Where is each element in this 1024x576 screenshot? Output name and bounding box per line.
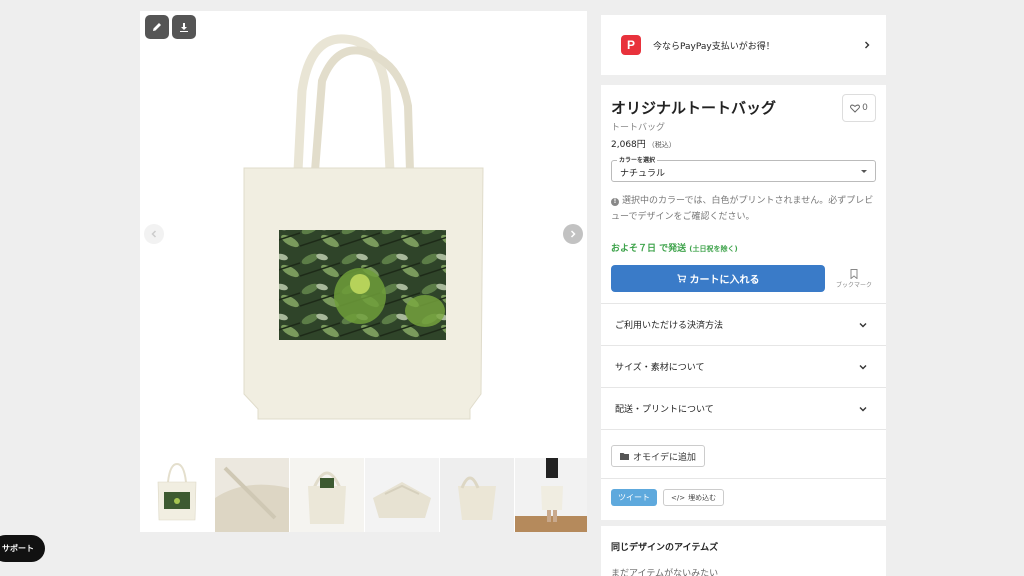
product-image xyxy=(243,34,484,420)
download-icon xyxy=(180,23,188,32)
tweet-button[interactable]: ツイート xyxy=(611,489,657,506)
favorite-count: 0 xyxy=(862,103,868,113)
product-category: トートバッグ xyxy=(611,123,666,133)
color-select-value: ナチュラル xyxy=(620,169,666,179)
same-design-items: 同じデザインのアイテムズ まだアイテムがないみたい xyxy=(601,526,886,576)
add-to-omoide-label: オモイデに追加 xyxy=(633,452,697,463)
accordion-shipping-print[interactable]: 配送・プリントについて xyxy=(601,387,886,429)
paypay-text: 今ならPayPay支払いがお得！ xyxy=(653,41,775,52)
cart-icon xyxy=(676,274,686,283)
download-button[interactable] xyxy=(172,15,196,39)
info-icon: ! xyxy=(611,198,619,206)
bookmark-button[interactable]: ブックマーク xyxy=(831,269,877,289)
chevron-down-icon xyxy=(859,364,867,369)
divider xyxy=(601,478,886,479)
shipping-note: (土日祝を除く) xyxy=(689,245,738,253)
print-notice: ! 選択中のカラーでは、白色がプリントされません。必ずプレビューでデザインをご確認… xyxy=(611,193,879,225)
price-tax-note: （税込） xyxy=(647,141,676,149)
heart-icon xyxy=(850,104,861,113)
folder-icon xyxy=(620,453,629,460)
edit-button[interactable] xyxy=(145,15,169,39)
thumbnail-image xyxy=(215,458,289,532)
thumbnail-image xyxy=(157,462,197,521)
accordion-label: 配送・プリントについて xyxy=(615,405,714,415)
bookmark-label: ブックマーク xyxy=(835,282,872,289)
chevron-down-icon xyxy=(859,406,867,411)
product-title: オリジナルトートバッグ xyxy=(611,99,777,117)
thumbnail[interactable] xyxy=(290,458,364,532)
color-select-legend: カラーを選択 xyxy=(617,155,658,164)
paypay-logo: P xyxy=(621,35,641,55)
thumbnail-image xyxy=(365,458,439,532)
product-info-panel: オリジナルトートバッグ 0 トートバッグ 2,068円 （税込） カラーを選択 ナ… xyxy=(601,85,886,520)
embed-label: 埋め込む xyxy=(688,493,717,502)
shipping-estimate: およそ７日 で発送 (土日祝を除く) xyxy=(611,241,738,254)
add-to-cart-button[interactable]: カートに入れる xyxy=(611,265,825,292)
chevron-left-icon xyxy=(151,230,157,238)
add-to-omoide-button[interactable]: オモイデに追加 xyxy=(611,445,706,467)
embed-button[interactable]: </> 埋め込む xyxy=(663,489,725,506)
divider xyxy=(601,429,886,430)
thumbnail[interactable] xyxy=(215,458,289,532)
pencil-icon xyxy=(153,23,161,31)
add-to-cart-label: カートに入れる xyxy=(689,275,760,286)
print-notice-text: 選択中のカラーでは、白色がプリントされません。必ずプレビューでデザインをご確認く… xyxy=(611,196,874,222)
same-design-empty: まだアイテムがないみたい xyxy=(611,569,719,576)
thumbnail[interactable] xyxy=(440,458,514,532)
chevron-down-icon xyxy=(859,322,867,327)
product-price: 2,068円 （税込） xyxy=(611,137,676,150)
support-label: サポート xyxy=(2,544,34,553)
accordion-size-material[interactable]: サイズ・素材について xyxy=(601,345,886,387)
caret-down-icon xyxy=(861,170,867,173)
thumbnail[interactable] xyxy=(515,458,587,532)
chevron-right-icon xyxy=(570,230,576,238)
chevron-right-icon xyxy=(865,41,870,49)
bookmark-icon xyxy=(850,269,858,279)
code-icon: </> xyxy=(671,493,686,502)
color-select[interactable]: カラーを選択 ナチュラル xyxy=(611,155,876,182)
gallery-next-button[interactable] xyxy=(563,224,583,244)
accordion-label: サイズ・素材について xyxy=(615,363,705,373)
same-design-title: 同じデザインのアイテムズ xyxy=(611,543,719,553)
price-value: 2,068円 xyxy=(611,140,646,150)
favorite-button[interactable]: 0 xyxy=(842,94,876,122)
thumbnail-image xyxy=(440,458,514,532)
gallery-prev-button[interactable] xyxy=(144,224,164,244)
accordion-payment-methods[interactable]: ご利用いただける決済方法 xyxy=(601,303,886,345)
thumbnail-strip xyxy=(140,458,587,532)
accordion-label: ご利用いただける決済方法 xyxy=(615,321,724,331)
support-button[interactable]: サポート xyxy=(0,535,45,562)
tweet-label: ツイート xyxy=(618,493,650,502)
thumbnail-image xyxy=(515,458,587,532)
product-image-gallery[interactable] xyxy=(140,11,587,458)
thumbnail[interactable] xyxy=(140,458,214,532)
paypay-banner[interactable]: P 今ならPayPay支払いがお得！ xyxy=(601,15,886,75)
thumbnail-image xyxy=(290,458,364,532)
thumbnail[interactable] xyxy=(365,458,439,532)
shipping-text: およそ７日 で発送 xyxy=(611,244,687,254)
